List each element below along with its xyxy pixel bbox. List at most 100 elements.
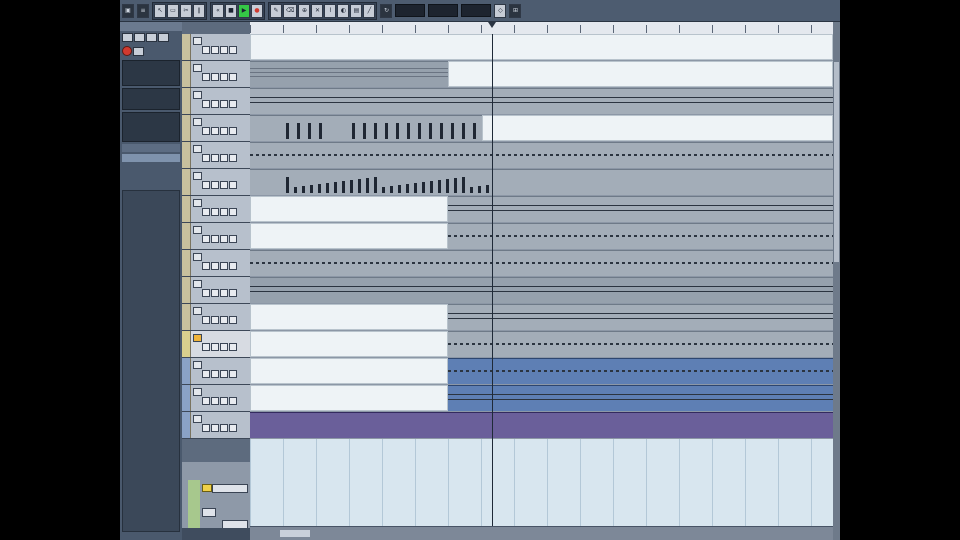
record-enable-button[interactable] [220, 424, 228, 432]
zoom-tool-button[interactable]: ⊕ [298, 3, 311, 18]
solo-button[interactable] [211, 424, 219, 432]
stop-button[interactable]: ■ [225, 3, 237, 18]
audio-event[interactable] [250, 250, 833, 276]
mute-button[interactable] [202, 235, 210, 243]
tempo-field[interactable] [428, 4, 459, 17]
track-header[interactable] [182, 88, 250, 115]
track-header[interactable] [182, 61, 250, 88]
monitor-button[interactable] [229, 46, 237, 54]
track-header[interactable] [182, 223, 250, 250]
mute-button[interactable] [202, 316, 210, 324]
glue-tool-button[interactable]: ∥ [193, 3, 205, 18]
inspector-toggle-button[interactable]: ▣ [122, 3, 134, 18]
track-header[interactable] [182, 277, 250, 304]
audio-event[interactable] [250, 169, 833, 195]
track-lane[interactable] [250, 169, 833, 196]
record-enable-button[interactable] [220, 100, 228, 108]
mute-button[interactable] [202, 424, 210, 432]
mute-button[interactable] [202, 181, 210, 189]
track-header[interactable] [182, 385, 250, 412]
vertical-scrollbar[interactable] [833, 22, 840, 540]
inspector-routing-section[interactable] [122, 88, 180, 110]
track-header[interactable] [182, 169, 250, 196]
rewind-button[interactable]: « [212, 3, 224, 18]
record-enable-button[interactable] [220, 397, 228, 405]
time-warp-tool-button[interactable]: ⌇ [324, 3, 337, 18]
track-header[interactable] [182, 115, 250, 142]
mute-button[interactable] [202, 262, 210, 270]
erase-tool-button[interactable]: ⌫ [283, 3, 298, 18]
horizontal-scrollbar[interactable] [250, 526, 833, 540]
monitor-button[interactable] [229, 397, 237, 405]
midi-part[interactable] [448, 331, 833, 357]
track-header[interactable] [182, 196, 250, 223]
pointer-tool-button[interactable]: ↖ [154, 3, 166, 18]
solo-button[interactable] [211, 181, 219, 189]
track-header[interactable] [182, 412, 250, 439]
track-lane[interactable] [250, 412, 833, 439]
track-lane[interactable] [250, 142, 833, 169]
track-header[interactable] [182, 142, 250, 169]
snap-button[interactable]: ◇ [494, 3, 507, 18]
record-enable-icon[interactable] [122, 46, 132, 56]
solo-button[interactable] [211, 100, 219, 108]
record-enable-button[interactable] [220, 208, 228, 216]
audio-event[interactable] [448, 304, 833, 330]
track-lane[interactable] [250, 223, 833, 250]
midi-part[interactable] [448, 385, 833, 411]
track-header[interactable] [182, 250, 250, 277]
vertical-scroll-thumb[interactable] [834, 62, 839, 262]
inspector-section-eq[interactable] [122, 144, 180, 152]
monitor-button[interactable] [229, 181, 237, 189]
monitor-button[interactable] [229, 127, 237, 135]
track-lane[interactable] [250, 88, 833, 115]
record-enable-button[interactable] [220, 370, 228, 378]
track-header[interactable] [182, 304, 250, 331]
track-lane[interactable] [250, 358, 833, 385]
track-header[interactable] [182, 34, 250, 61]
monitor-button[interactable] [229, 370, 237, 378]
line-tool-button[interactable]: ╱ [363, 3, 376, 18]
transport-position-field[interactable] [395, 4, 426, 17]
read-button[interactable] [146, 33, 157, 42]
record-enable-button[interactable] [220, 343, 228, 351]
mute-button[interactable] [202, 127, 210, 135]
track-lane[interactable] [250, 385, 833, 412]
monitor-button[interactable] [229, 235, 237, 243]
monitor-button[interactable] [229, 208, 237, 216]
arrangement-area[interactable] [250, 34, 833, 526]
solo-button[interactable] [211, 316, 219, 324]
folder-icon[interactable] [202, 484, 212, 492]
monitor-button[interactable] [229, 424, 237, 432]
split-tool-button[interactable]: ✂ [180, 3, 192, 18]
midi-part[interactable] [448, 358, 833, 384]
audio-event[interactable] [250, 277, 833, 303]
audio-event[interactable] [448, 223, 833, 249]
record-enable-button[interactable] [220, 127, 228, 135]
audio-event[interactable] [250, 142, 833, 168]
quantize-button[interactable]: ⊞ [509, 3, 522, 18]
record-enable-button[interactable] [220, 235, 228, 243]
solo-button[interactable] [211, 73, 219, 81]
track-lane[interactable] [250, 34, 833, 61]
mute-tool-button[interactable]: ✕ [311, 3, 324, 18]
mute-button[interactable] [202, 73, 210, 81]
track-lane[interactable] [250, 196, 833, 223]
mute-button[interactable] [202, 343, 210, 351]
midi-part[interactable] [250, 412, 833, 438]
signature-field[interactable] [461, 4, 492, 17]
mute-button[interactable] [202, 100, 210, 108]
solo-button[interactable] [134, 33, 145, 42]
horizontal-scroll-thumb[interactable] [280, 530, 310, 537]
folder-buttons[interactable] [202, 508, 216, 517]
folder-name-field[interactable] [212, 484, 248, 493]
record-enable-button[interactable] [220, 46, 228, 54]
track-header[interactable] [182, 358, 250, 385]
solo-button[interactable] [211, 127, 219, 135]
monitor-button[interactable] [229, 73, 237, 81]
record-enable-button[interactable] [220, 154, 228, 162]
solo-button[interactable] [211, 370, 219, 378]
track-header[interactable] [182, 331, 250, 358]
inspector-section-sends[interactable] [122, 154, 180, 162]
inspector-insert-section[interactable] [122, 112, 180, 142]
